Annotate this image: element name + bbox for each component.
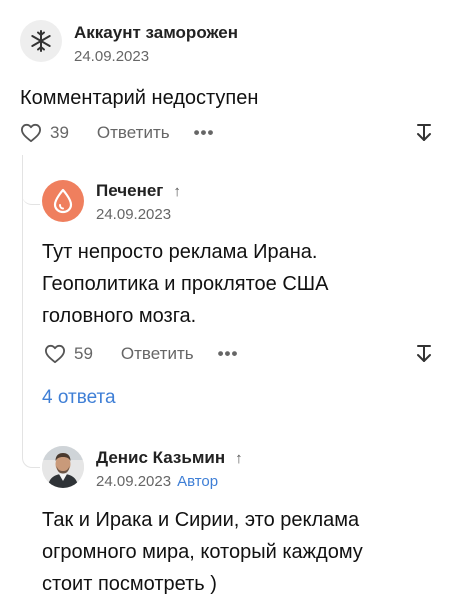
thread-connector (22, 438, 40, 468)
reply-button[interactable]: Ответить (97, 123, 170, 143)
comment-author[interactable]: Денис Казьмин ↑ (96, 448, 243, 468)
thread-connector (22, 175, 40, 205)
date-text: 24.09.2023 (96, 473, 172, 490)
collapse-arrow-icon (417, 345, 431, 362)
comment-date: 24.09.2023 Автор (96, 473, 218, 490)
collapse-thread-button[interactable] (414, 343, 434, 365)
author-name: Денис Казьмин (96, 448, 226, 467)
comment-text: Комментарий недоступен (20, 87, 259, 109)
author-badge: Автор (177, 473, 219, 490)
avatar-frozen[interactable] (20, 20, 62, 62)
comment-date: 24.09.2023 (74, 48, 150, 65)
reply-to-arrow-icon[interactable]: ↑ (173, 183, 181, 200)
comment-text-line: Геополитика и проклятое США (42, 273, 329, 295)
comment-text-line: Тут непросто реклама Ирана. (42, 241, 318, 263)
snowflake-icon (31, 30, 51, 52)
like-button[interactable]: 59 (44, 344, 93, 364)
user-photo-icon (42, 446, 84, 488)
show-replies-link[interactable]: 4 ответа (42, 387, 116, 409)
comment-actions: 59 Ответить ••• (44, 341, 238, 367)
comment-text-line: Так и Ирака и Сирии, это реклама (42, 509, 360, 531)
comment-text: Тут непросто реклама Ирана. Геополитика … (42, 236, 328, 332)
avatar-pecheneg[interactable] (42, 180, 84, 222)
collapse-thread-button[interactable] (414, 122, 434, 144)
comment-text: Так и Ирака и Сирии, это реклама огромно… (42, 504, 363, 600)
comment-actions: 39 Ответить ••• (20, 120, 214, 146)
like-count: 39 (50, 123, 69, 142)
heart-icon (45, 344, 65, 364)
reply-to-arrow-icon[interactable]: ↑ (235, 450, 243, 467)
comment-author[interactable]: Печенег ↑ (96, 181, 181, 201)
author-name: Печенег (96, 181, 164, 200)
avatar-denis[interactable] (42, 446, 84, 488)
heart-icon (20, 123, 41, 143)
like-button[interactable]: 39 (20, 123, 69, 143)
more-options-button[interactable]: ••• (218, 344, 239, 364)
drop-icon (53, 188, 73, 214)
more-options-button[interactable]: ••• (194, 123, 215, 143)
author-name: Аккаунт заморожен (74, 23, 239, 42)
comment-text-line: головного мозга. (42, 305, 197, 327)
like-count: 59 (74, 344, 93, 363)
comment-author[interactable]: Аккаунт заморожен (74, 23, 238, 43)
comment-text-line: стоит посмотреть ) (42, 573, 217, 595)
collapse-arrow-icon (417, 124, 431, 141)
comment-text-line: огромного мира, который каждому (42, 541, 363, 563)
reply-button[interactable]: Ответить (121, 344, 194, 364)
comment-date: 24.09.2023 (96, 206, 172, 223)
